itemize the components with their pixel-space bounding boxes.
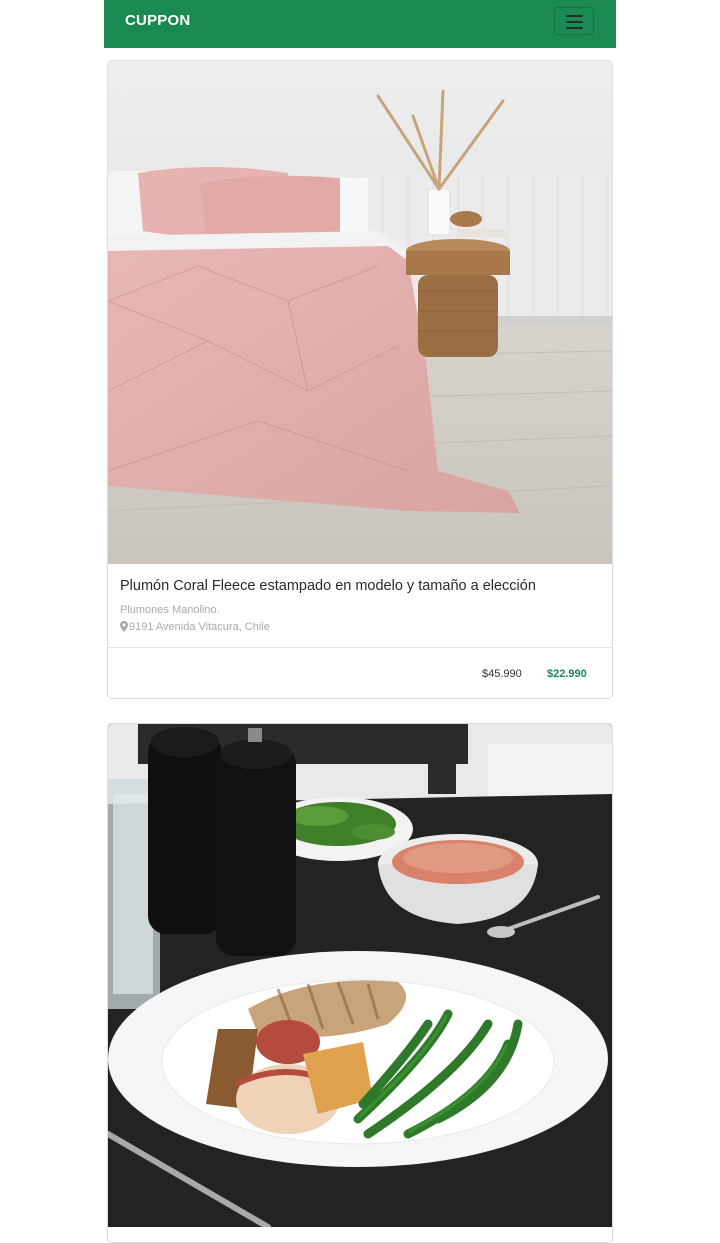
- deal-merchant: Plumones Manolino.: [120, 604, 220, 616]
- deal-card[interactable]: Plumón Coral Fleece estampado en modelo …: [107, 60, 613, 699]
- deal-title[interactable]: Plumón Coral Fleece estampado en modelo …: [120, 578, 536, 594]
- deal-image-meal[interactable]: [108, 724, 612, 1227]
- deal-image-bedroom[interactable]: [108, 61, 612, 564]
- map-marker-icon: [120, 621, 128, 635]
- deal-card[interactable]: [107, 723, 613, 1243]
- deal-price: $22.990: [547, 668, 587, 680]
- brand-logo[interactable]: CUPPON: [125, 12, 190, 29]
- top-navbar: CUPPON: [104, 0, 616, 48]
- hamburger-icon-bar: [566, 21, 583, 23]
- menu-toggle-button[interactable]: [554, 7, 594, 35]
- old-price: $45.990: [482, 668, 522, 680]
- hamburger-icon: [566, 15, 583, 17]
- deal-address: 9191 Avenida Vitacura, Chile: [120, 621, 270, 635]
- card-divider: [108, 647, 612, 648]
- pink-comforter-bedroom-photo: [108, 61, 612, 564]
- deal-address-text: 9191 Avenida Vitacura, Chile: [129, 621, 270, 633]
- hamburger-icon-bar: [566, 27, 583, 29]
- grilled-chicken-meal-photo: [108, 724, 612, 1227]
